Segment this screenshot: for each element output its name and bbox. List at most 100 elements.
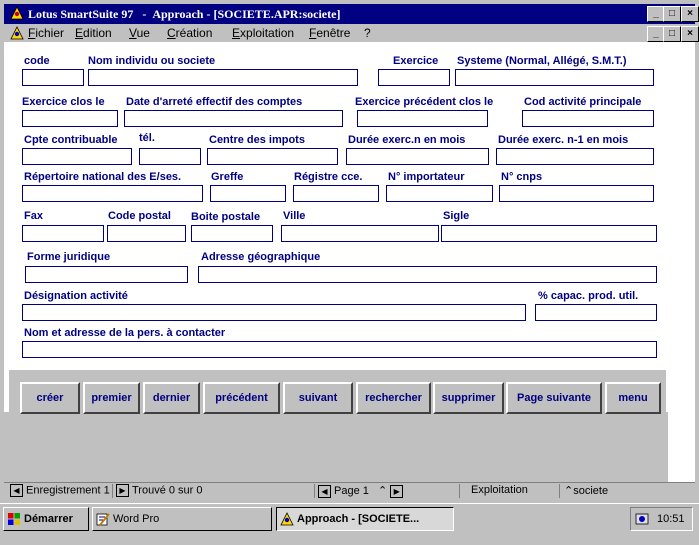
contact-label: Nom et adresse de la pers. à contacter: [24, 327, 226, 339]
date-arrete-label: Date d'arreté effectif des comptes: [126, 96, 303, 108]
menu-help[interactable]: ?: [364, 26, 371, 40]
centre-label: Centre des impots: [209, 134, 305, 146]
menu-edition[interactable]: Edition: [75, 26, 112, 40]
menu-fenetre[interactable]: Fenêtre: [309, 26, 350, 40]
registre-field[interactable]: [293, 185, 379, 202]
code-field[interactable]: [22, 69, 84, 86]
supprimer-button[interactable]: supprimer: [433, 382, 504, 414]
approach-icon: [280, 512, 294, 526]
code-postal-field[interactable]: [107, 225, 186, 242]
ville-field[interactable]: [281, 225, 439, 242]
greffe-field[interactable]: [210, 185, 286, 202]
duree-n-label: Durée exerc.n en mois: [348, 134, 466, 146]
view-up-icon: ⌃: [564, 485, 574, 497]
exercice-precedent-field[interactable]: [357, 110, 488, 127]
system-tray: 10:51: [630, 507, 693, 531]
date-arrete-field[interactable]: [124, 110, 343, 127]
status-bar: ◀ Enregistrement 1 ▶ Trouvé 0 sur 0 ◀ Page …: [4, 482, 695, 499]
exercice-field[interactable]: [378, 69, 450, 86]
maximize-button[interactable]: □: [663, 6, 681, 22]
exercice-precedent-label: Exercice précédent clos le: [355, 96, 494, 108]
menu-exploitation[interactable]: Exploitation: [232, 26, 294, 40]
fax-field[interactable]: [22, 225, 104, 242]
capac-field[interactable]: [535, 304, 657, 321]
forme-juridique-label: Forme juridique: [27, 251, 111, 263]
importateur-field[interactable]: [386, 185, 493, 202]
menu-bar: Fichier Edition Vue Création Exploitatio…: [4, 24, 699, 42]
menu-fichier[interactable]: Fichier: [28, 26, 64, 40]
cod-activite-field[interactable]: [522, 110, 654, 127]
page-prev-icon[interactable]: ◀: [318, 484, 331, 498]
right-gutter: [668, 42, 695, 482]
record-nav-icon[interactable]: ◀: [10, 484, 23, 497]
taskbar-approach[interactable]: Approach - [SOCIETE...: [276, 507, 454, 531]
cpte-field[interactable]: [22, 148, 132, 165]
page-suivante-button[interactable]: Page suivante: [506, 382, 602, 414]
view-status[interactable]: ⌃societe: [564, 484, 608, 497]
nom-field[interactable]: [88, 69, 358, 86]
code-label: code: [24, 55, 50, 67]
record-status[interactable]: ◀ Enregistrement 1: [10, 484, 110, 497]
menu-button[interactable]: menu: [605, 382, 661, 414]
page-status[interactable]: ◀ Page 1 ⌃ ▶: [318, 484, 406, 498]
found-status[interactable]: ▶ Trouvé 0 sur 0: [116, 484, 203, 497]
menu-vue[interactable]: Vue: [129, 26, 150, 40]
designation-label: Désignation activité: [24, 290, 128, 302]
page-up-icon[interactable]: ⌃: [378, 485, 387, 497]
contact-field[interactable]: [22, 341, 657, 358]
button-strip: créer premier dernier précédent suivant …: [9, 370, 666, 426]
word-pro-icon: [96, 513, 110, 526]
capac-label: % capac. prod. util.: [538, 290, 639, 302]
premier-button[interactable]: premier: [83, 382, 140, 414]
exercice-clos-field[interactable]: [22, 110, 118, 127]
cod-activite-label: Cod activité principale: [524, 96, 642, 108]
sigle-field[interactable]: [441, 225, 657, 242]
systeme-field[interactable]: [455, 69, 654, 86]
exercice-label: Exercice: [393, 55, 439, 67]
mode-status[interactable]: Exploitation: [471, 484, 528, 496]
doc-restore-button[interactable]: □: [663, 26, 681, 42]
menu-creation[interactable]: Création: [167, 26, 212, 40]
creer-button[interactable]: créer: [20, 382, 80, 414]
tray-app-icon[interactable]: [635, 512, 649, 526]
start-button[interactable]: Démarrer: [3, 507, 89, 531]
status-separator: [459, 484, 460, 498]
duree-n-field[interactable]: [346, 148, 489, 165]
boite-postale-field[interactable]: [191, 225, 273, 242]
fax-label: Fax: [24, 210, 43, 222]
nom-label: Nom individu ou societe: [88, 55, 216, 67]
tel-field[interactable]: [139, 148, 201, 165]
page-next-icon[interactable]: ▶: [390, 484, 404, 498]
rechercher-button[interactable]: rechercher: [356, 382, 431, 414]
dernier-button[interactable]: dernier: [143, 382, 200, 414]
document-control-icon[interactable]: [10, 26, 24, 40]
systeme-label: Systeme (Normal, Allégé, S.M.T.): [457, 55, 627, 67]
importateur-label: N° importateur: [388, 171, 465, 183]
precedent-button[interactable]: précédent: [203, 382, 280, 414]
duree-n1-field[interactable]: [496, 148, 654, 165]
boite-postale-label: Boite postale: [191, 211, 261, 223]
status-separator: [112, 484, 113, 498]
taskbar-word-pro[interactable]: Word Pro: [92, 507, 272, 531]
centre-field[interactable]: [207, 148, 338, 165]
adresse-field[interactable]: [198, 266, 657, 283]
taskbar: Démarrer Word Pro Approach - [SOCIETE...…: [0, 503, 699, 545]
windows-logo-icon: [8, 513, 20, 525]
repertoire-field[interactable]: [22, 185, 203, 202]
exercice-clos-label: Exercice clos le: [22, 96, 105, 108]
suivant-button[interactable]: suivant: [283, 382, 353, 414]
title-bar: Lotus SmartSuite 97 - Approach - [SOCIET…: [4, 4, 699, 24]
code-postal-label: Code postal: [108, 210, 171, 222]
status-separator: [559, 484, 560, 498]
found-nav-icon[interactable]: ▶: [116, 484, 129, 497]
cpte-label: Cpte contribuable: [24, 134, 118, 146]
approach-app-icon[interactable]: [10, 6, 24, 20]
greffe-label: Greffe: [211, 171, 244, 183]
designation-field[interactable]: [22, 304, 526, 321]
close-button[interactable]: ×: [681, 6, 699, 22]
forme-juridique-field[interactable]: [25, 266, 188, 283]
clock[interactable]: 10:51: [657, 508, 685, 530]
sigle-label: Sigle: [443, 210, 470, 222]
cnps-field[interactable]: [499, 185, 654, 202]
doc-close-button[interactable]: ×: [681, 26, 699, 42]
